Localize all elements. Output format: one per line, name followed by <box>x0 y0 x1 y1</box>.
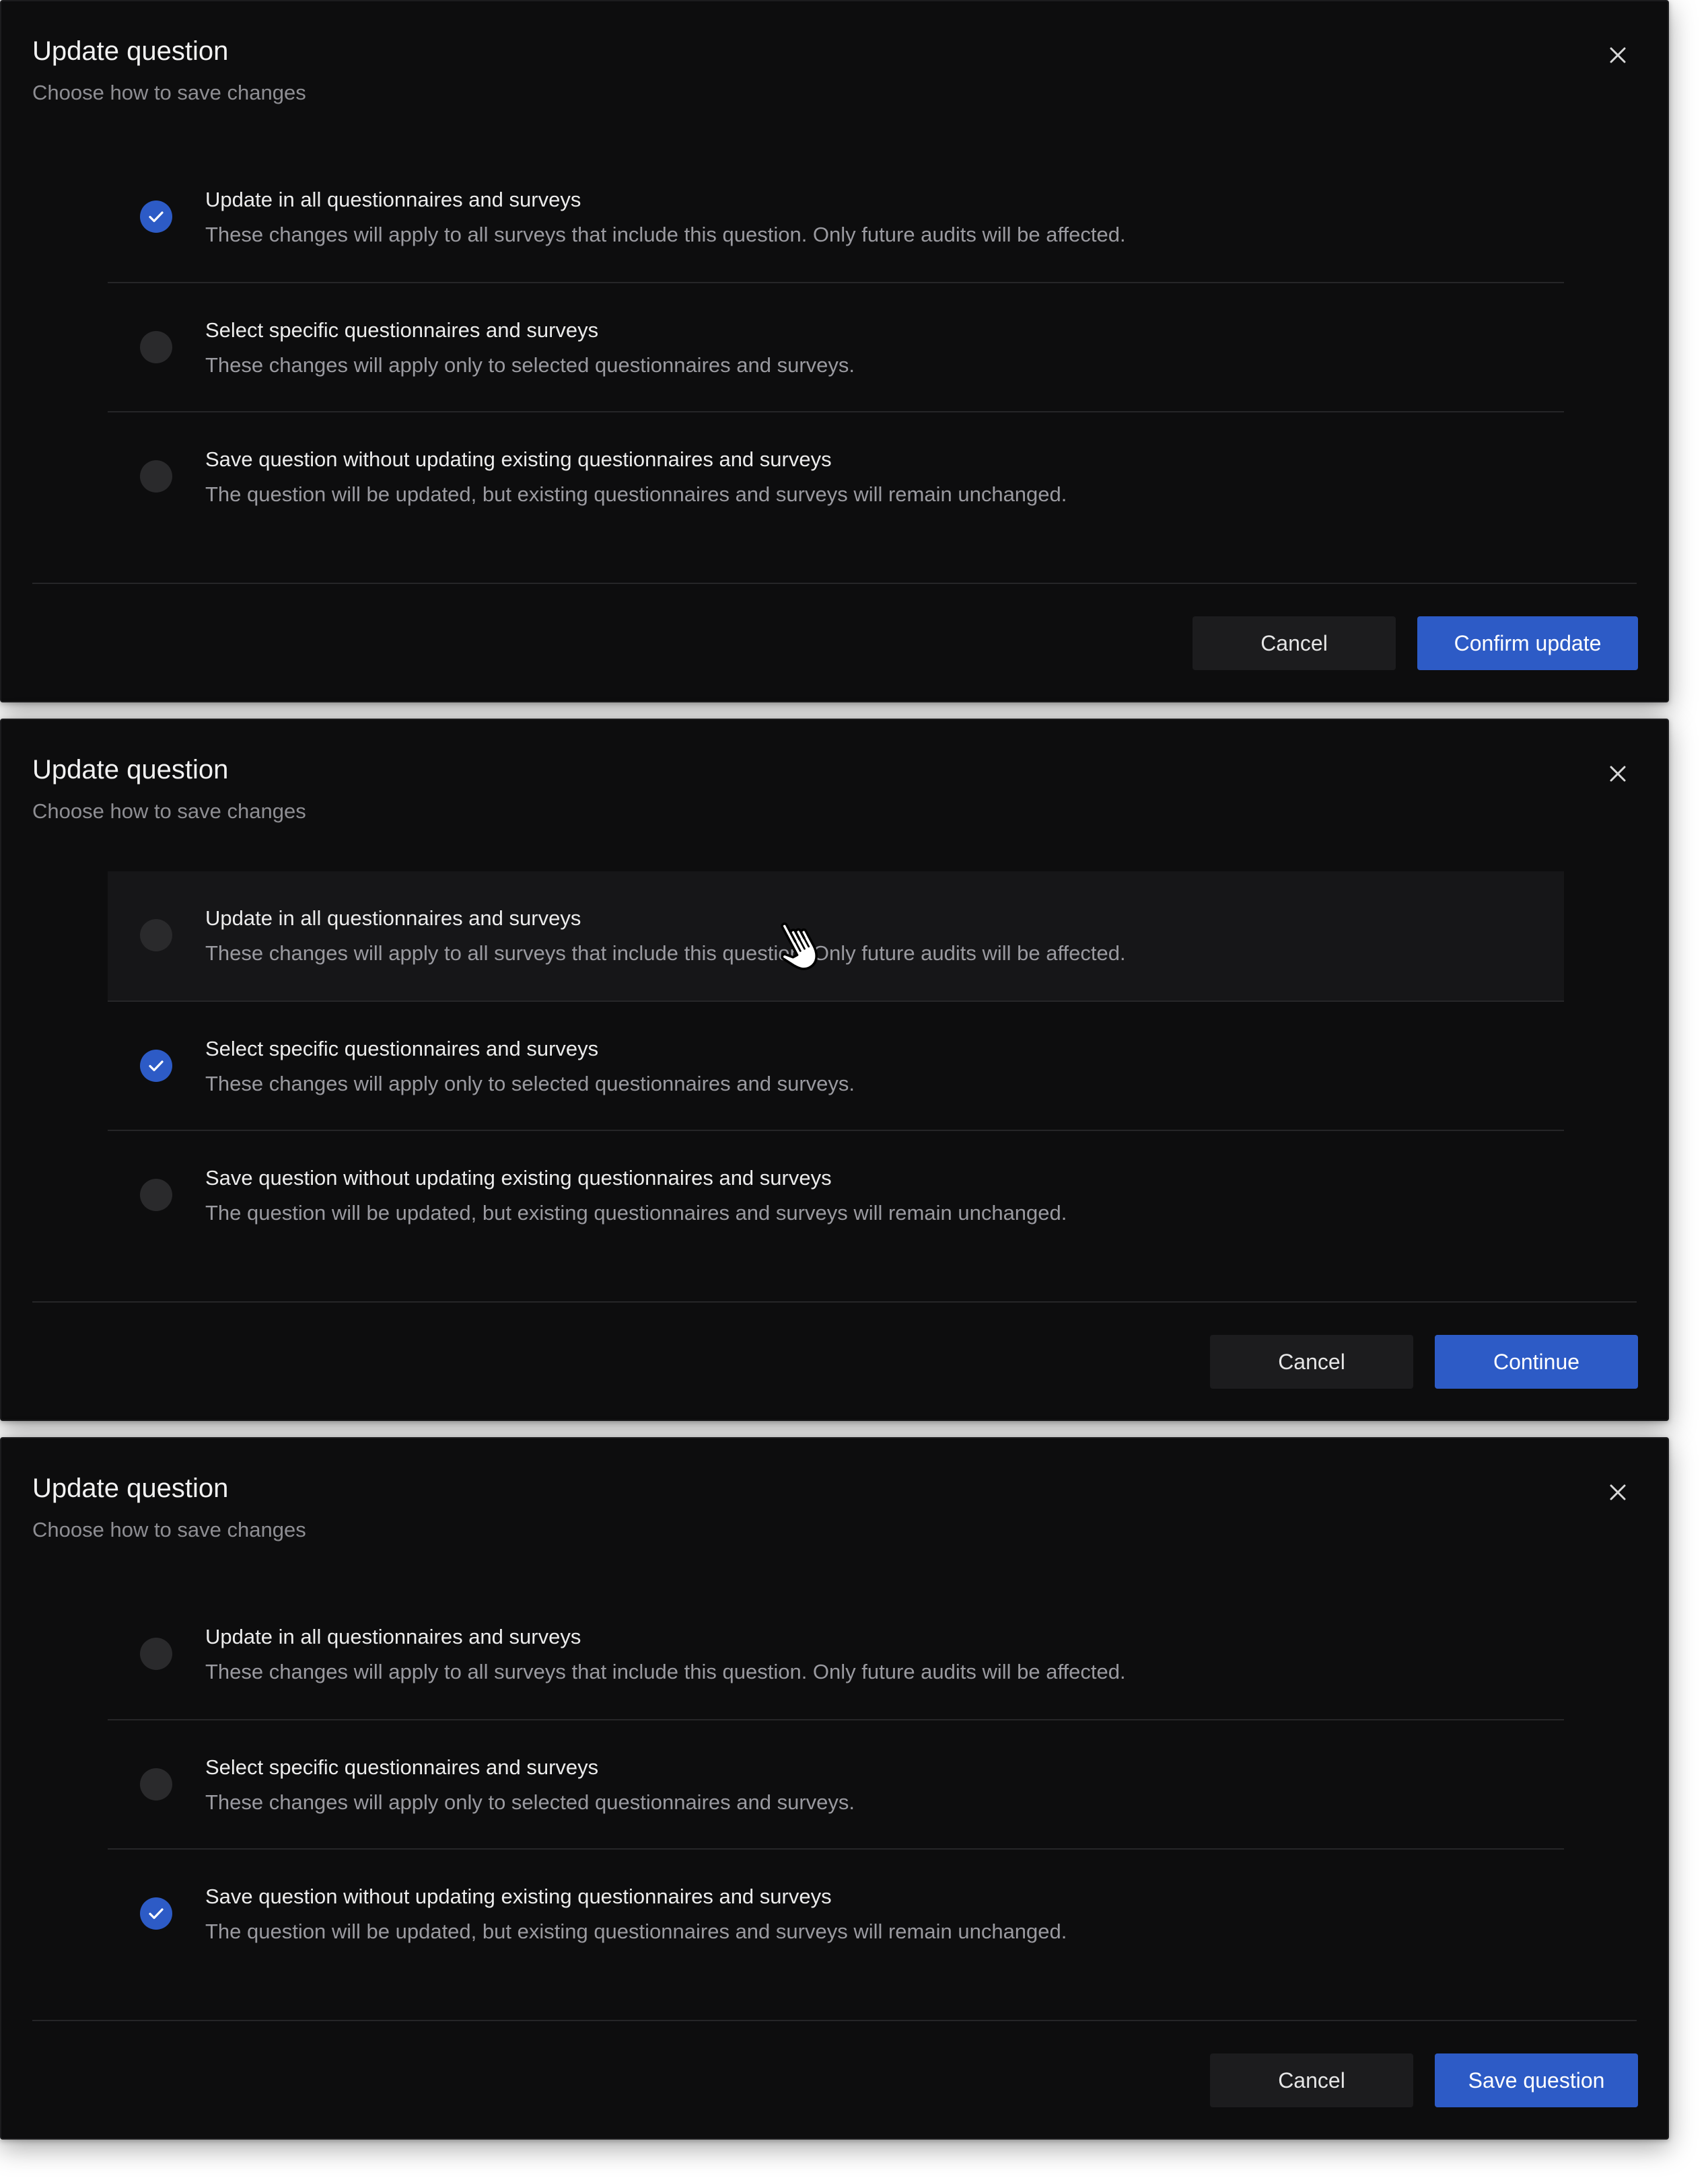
dialog-title: Update question <box>32 36 229 66</box>
option-title: Save question without updating existing … <box>205 1885 832 1908</box>
radio-checked[interactable] <box>140 201 172 233</box>
option-select-specific[interactable]: Select specific questionnaires and surve… <box>108 1000 1564 1130</box>
option-title: Save question without updating existing … <box>205 1166 832 1190</box>
option-description: These changes will apply to all surveys … <box>205 1660 1126 1683</box>
update-question-dialog: Update question Choose how to save chang… <box>0 1437 1669 2140</box>
radio-unchecked[interactable] <box>140 1638 172 1670</box>
option-description: The question will be updated, but existi… <box>205 1920 1067 1943</box>
option-update-all[interactable]: Update in all questionnaires and surveys… <box>108 871 1564 1000</box>
option-description: These changes will apply to all surveys … <box>205 223 1126 246</box>
save-options-radio-group: Update in all questionnaires and surveys… <box>108 871 1564 1259</box>
dialog-title: Update question <box>32 755 229 785</box>
footer-divider <box>32 2020 1637 2021</box>
option-title: Select specific questionnaires and surve… <box>205 1755 599 1779</box>
check-icon <box>149 1060 164 1072</box>
option-description: These changes will apply only to selecte… <box>205 1072 855 1095</box>
option-update-all[interactable]: Update in all questionnaires and surveys… <box>108 1590 1564 1719</box>
option-title: Select specific questionnaires and surve… <box>205 1037 599 1060</box>
dialog-title: Update question <box>32 1473 229 1503</box>
confirm-update-button[interactable]: Confirm update <box>1417 616 1638 670</box>
radio-unchecked[interactable] <box>140 460 172 493</box>
save-options-radio-group: Update in all questionnaires and surveys… <box>108 1590 1564 1977</box>
check-icon <box>149 211 164 223</box>
radio-unchecked[interactable] <box>140 1768 172 1800</box>
option-title: Save question without updating existing … <box>205 447 832 471</box>
option-save-without-updating[interactable]: Save question without updating existing … <box>108 411 1564 540</box>
option-title: Update in all questionnaires and surveys <box>205 906 581 930</box>
save-options-radio-group: Update in all questionnaires and surveys… <box>108 153 1564 540</box>
option-description: The question will be updated, but existi… <box>205 482 1067 506</box>
option-description: These changes will apply only to selecte… <box>205 1790 855 1814</box>
dialog-subtitle: Choose how to save changes <box>32 81 306 104</box>
update-question-dialog: Update question Choose how to save chang… <box>0 719 1669 1421</box>
cancel-button[interactable]: Cancel <box>1210 2053 1413 2107</box>
footer-divider <box>32 583 1637 584</box>
option-select-specific[interactable]: Select specific questionnaires and surve… <box>108 1719 1564 1848</box>
option-save-without-updating[interactable]: Save question without updating existing … <box>108 1848 1564 1977</box>
close-icon[interactable] <box>1606 43 1630 67</box>
close-icon[interactable] <box>1606 762 1630 786</box>
radio-unchecked[interactable] <box>140 919 172 951</box>
save-question-button[interactable]: Save question <box>1435 2053 1638 2107</box>
footer-divider <box>32 1301 1637 1303</box>
radio-unchecked[interactable] <box>140 331 172 363</box>
radio-unchecked[interactable] <box>140 1179 172 1211</box>
option-title: Select specific questionnaires and surve… <box>205 318 599 342</box>
option-description: The question will be updated, but existi… <box>205 1201 1067 1225</box>
check-icon <box>149 1908 164 1920</box>
option-select-specific[interactable]: Select specific questionnaires and surve… <box>108 282 1564 411</box>
dialog-subtitle: Choose how to save changes <box>32 799 306 823</box>
continue-button[interactable]: Continue <box>1435 1335 1638 1389</box>
close-icon[interactable] <box>1606 1480 1630 1504</box>
cancel-button[interactable]: Cancel <box>1210 1335 1413 1389</box>
option-description: These changes will apply to all surveys … <box>205 941 1126 965</box>
option-title: Update in all questionnaires and surveys <box>205 188 581 211</box>
radio-checked[interactable] <box>140 1897 172 1930</box>
dialog-subtitle: Choose how to save changes <box>32 1518 306 1541</box>
option-description: These changes will apply only to selecte… <box>205 353 855 377</box>
option-title: Update in all questionnaires and surveys <box>205 1625 581 1648</box>
cancel-button[interactable]: Cancel <box>1193 616 1396 670</box>
radio-checked[interactable] <box>140 1050 172 1082</box>
option-update-all[interactable]: Update in all questionnaires and surveys… <box>108 153 1564 282</box>
update-question-dialog: Update question Choose how to save chang… <box>0 0 1669 702</box>
option-save-without-updating[interactable]: Save question without updating existing … <box>108 1130 1564 1259</box>
